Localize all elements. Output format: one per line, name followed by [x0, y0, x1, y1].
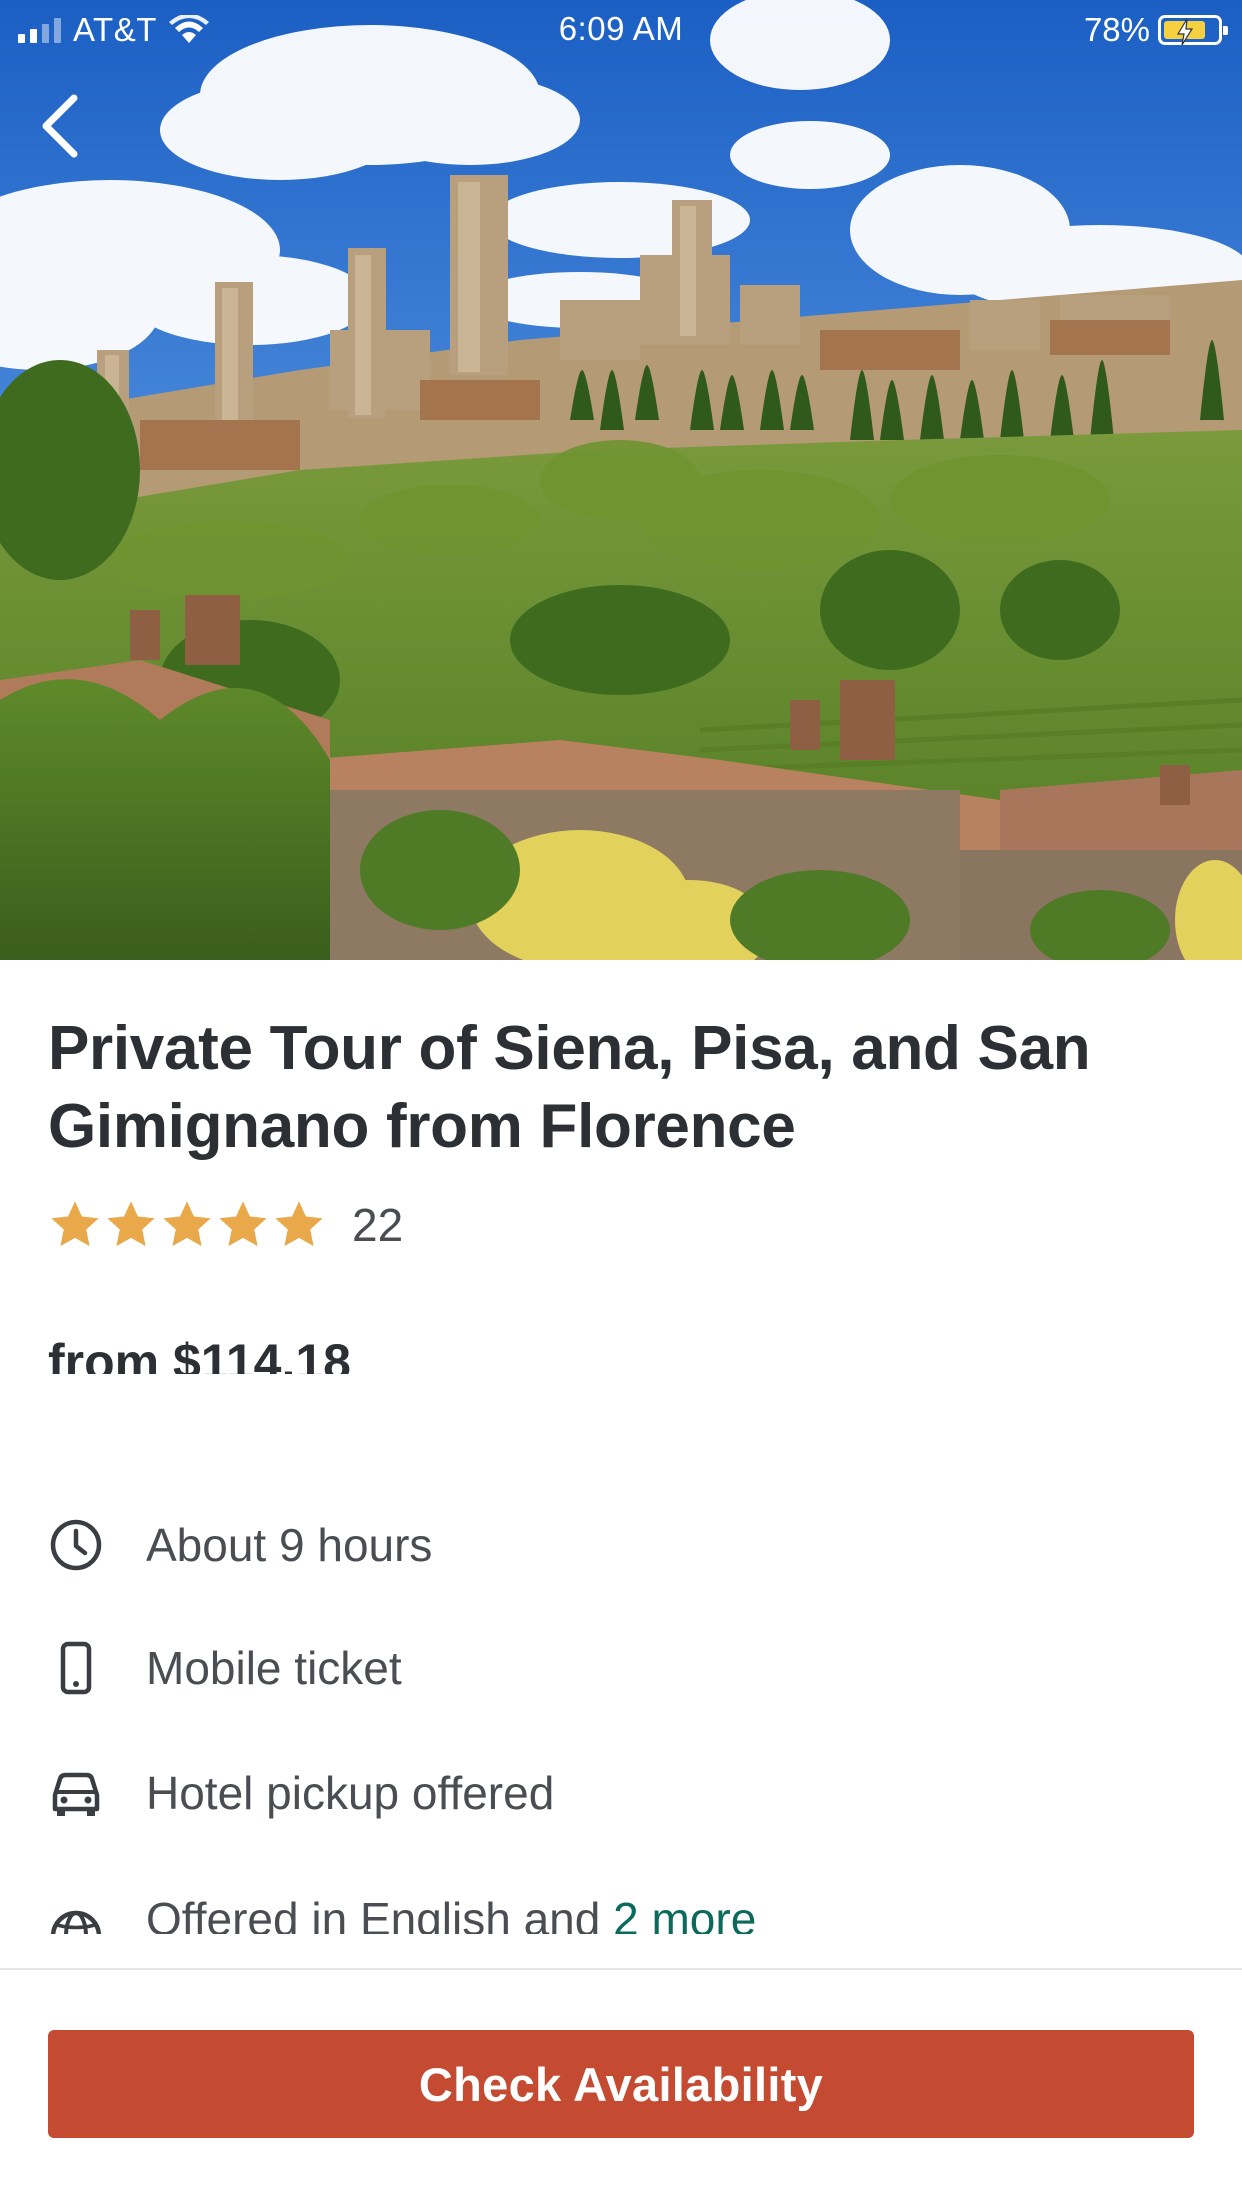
star-icon: [51, 1201, 99, 1247]
hero-photo: [0, 0, 1242, 960]
rating-row[interactable]: 22: [48, 1194, 403, 1256]
mobile-phone-icon: [48, 1640, 104, 1696]
feature-ticket: Mobile ticket: [48, 1633, 1198, 1703]
star-icon: [163, 1201, 211, 1247]
bottom-action-bar: Check Availability: [0, 1968, 1242, 2208]
back-button[interactable]: [24, 86, 96, 166]
status-time: 6:09 AM: [558, 10, 684, 47]
review-count[interactable]: 22: [352, 1198, 403, 1252]
car-icon: [48, 1765, 104, 1821]
chevron-left-icon: [42, 94, 78, 158]
check-availability-button[interactable]: Check Availability: [48, 2030, 1194, 2138]
clock-icon: [48, 1517, 104, 1573]
feature-label: Hotel pickup offered: [146, 1767, 555, 1819]
battery-icon: [1158, 15, 1228, 46]
feature-language: Offered in English and 2 more: [48, 1868, 1198, 1934]
language-text: Offered in English and: [146, 1893, 614, 1934]
feature-label: Offered in English and 2 more: [146, 1892, 756, 1934]
more-languages-link[interactable]: 2 more: [613, 1893, 756, 1934]
feature-language-clip: Offered in English and 2 more: [48, 1868, 1198, 1934]
globe-icon: [48, 1908, 104, 1934]
price-container: from $114.18: [48, 1330, 648, 1374]
star-icon: [107, 1201, 155, 1247]
feature-label: Mobile ticket: [146, 1642, 402, 1694]
feature-label: About 9 hours: [146, 1519, 433, 1571]
tour-title: Private Tour of Siena, Pisa, and San Gim…: [48, 1014, 1091, 1161]
feature-duration: About 9 hours: [48, 1510, 1198, 1580]
status-bar: AT&T 6:09 AM 78%: [0, 0, 1242, 60]
star-icon: [219, 1201, 267, 1247]
feature-pickup: Hotel pickup offered: [48, 1758, 1198, 1828]
star-icon: [275, 1201, 323, 1247]
price-text: from $114.18: [48, 1334, 351, 1374]
star-rating: [48, 1198, 326, 1252]
hero-image: [0, 0, 1242, 960]
battery-percent: 78%: [1083, 11, 1150, 48]
status-right: 78%: [1083, 10, 1228, 50]
charging-bolt-icon: [1176, 18, 1194, 46]
